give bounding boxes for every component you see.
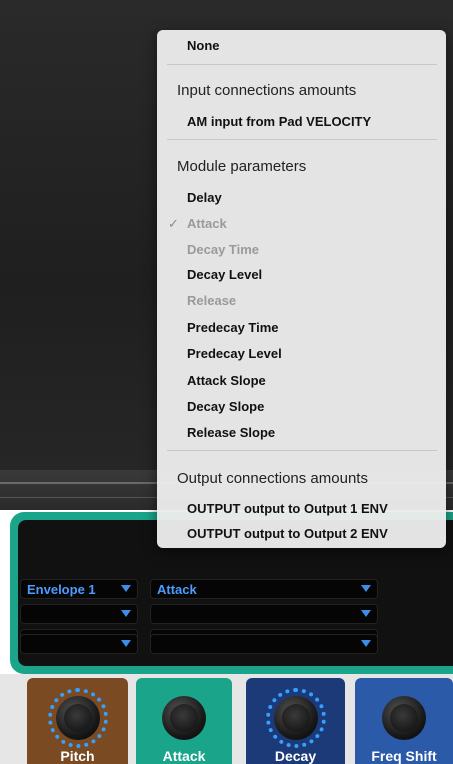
knob-freqshift-cell: Freq Shift bbox=[355, 678, 453, 764]
menu-item-decay-level[interactable]: Decay Level bbox=[187, 267, 262, 282]
knob-cap bbox=[390, 704, 418, 732]
menu-item-decay-slope[interactable]: Decay Slope bbox=[187, 399, 264, 414]
menu-separator bbox=[167, 139, 437, 140]
knob-label: Attack bbox=[162, 748, 206, 764]
menu-item-am-input[interactable]: AM input from Pad VELOCITY bbox=[187, 114, 371, 129]
menu-header-module: Module parameters bbox=[177, 158, 307, 175]
mod-source-select[interactable]: Envelope 1 bbox=[20, 579, 138, 599]
mod-source-label: Envelope 1 bbox=[27, 582, 96, 597]
chevron-down-icon bbox=[121, 585, 131, 592]
mod-source-select[interactable] bbox=[20, 634, 138, 654]
menu-item-attack: Attack bbox=[187, 216, 227, 231]
chevron-down-icon bbox=[361, 585, 371, 592]
menu-item-delay[interactable]: Delay bbox=[187, 190, 222, 205]
mod-param-select[interactable] bbox=[150, 604, 378, 624]
knob-label: Pitch bbox=[60, 748, 95, 764]
menu-item-output-1[interactable]: OUTPUT output to Output 1 ENV bbox=[187, 501, 388, 516]
chevron-down-icon bbox=[361, 640, 371, 647]
knob-cap bbox=[170, 704, 198, 732]
menu-item-decay-time: Decay Time bbox=[187, 242, 260, 257]
mod-row: Envelope 1 Attack bbox=[20, 579, 453, 599]
knob-label: Decay bbox=[274, 748, 317, 764]
menu-header-input: Input connections amounts bbox=[177, 82, 357, 99]
chevron-down-icon bbox=[121, 610, 131, 617]
menu-separator bbox=[167, 450, 437, 451]
mod-param-label: Attack bbox=[157, 582, 197, 597]
mod-source-select[interactable] bbox=[20, 604, 138, 624]
knob-cap bbox=[63, 704, 92, 732]
menu-separator bbox=[167, 64, 437, 65]
knob-decay-cell: Decay bbox=[246, 678, 345, 764]
checkmark-icon: ✓ bbox=[168, 216, 179, 231]
menu-item-none[interactable]: None bbox=[187, 38, 220, 53]
mod-param-select[interactable] bbox=[150, 634, 378, 654]
knob-attack-cell: Attack bbox=[136, 678, 232, 764]
mod-row bbox=[20, 604, 453, 624]
chevron-down-icon bbox=[121, 640, 131, 647]
menu-item-predecay-time[interactable]: Predecay Time bbox=[187, 320, 279, 335]
mod-row bbox=[20, 634, 453, 674]
menu-item-release-slope[interactable]: Release Slope bbox=[187, 425, 275, 440]
menu-item-predecay-level[interactable]: Predecay Level bbox=[187, 346, 282, 361]
knob-cap bbox=[281, 704, 310, 732]
knob-pitch-cell: Pitch bbox=[27, 678, 128, 764]
parameter-dropdown-menu: None Input connections amounts AM input … bbox=[157, 30, 446, 548]
menu-header-output: Output connections amounts bbox=[177, 470, 368, 487]
mod-param-select[interactable]: Attack bbox=[150, 579, 378, 599]
knob-label: Freq Shift bbox=[371, 748, 437, 764]
menu-item-attack-slope[interactable]: Attack Slope bbox=[187, 373, 266, 388]
menu-item-output-2[interactable]: OUTPUT output to Output 2 ENV bbox=[187, 526, 388, 541]
menu-item-release: Release bbox=[187, 293, 237, 308]
chevron-down-icon bbox=[361, 610, 371, 617]
